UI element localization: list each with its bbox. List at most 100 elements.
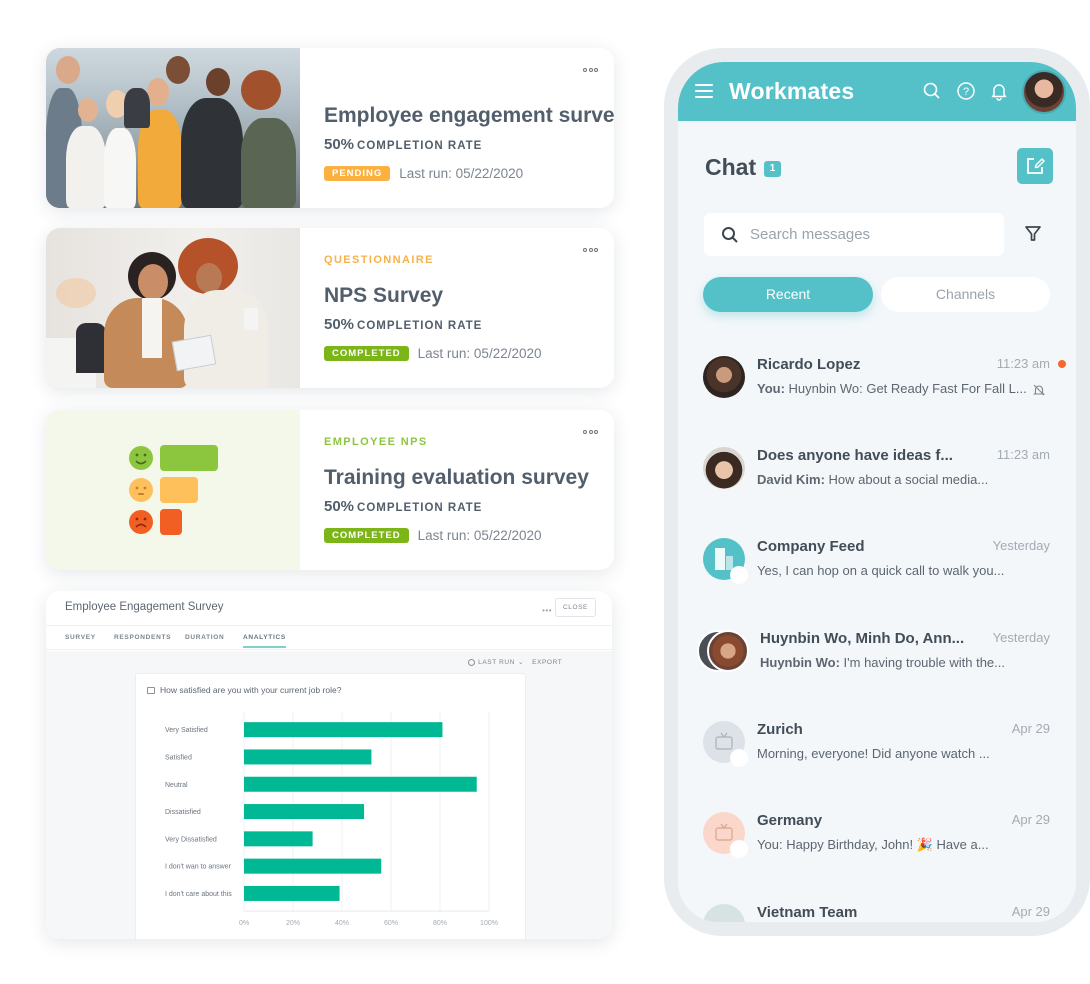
y-category-label: I don't care about this: [165, 891, 232, 898]
more-options-button[interactable]: [582, 64, 598, 72]
chart-card: How satisfied are you with your current …: [135, 673, 526, 939]
conversation-name: Vietnam Team: [757, 904, 858, 921]
y-category-label: Very Dissatisfied: [165, 836, 217, 843]
conversation-preview: You: Huynbin Wo: Get Ready Fast For Fall…: [757, 381, 1027, 396]
bell-icon[interactable]: [989, 81, 1009, 101]
y-category-label: I don't wan to answer: [165, 864, 232, 871]
phone-frame: Workmates ? Chat 1 Search messages Recen…: [664, 48, 1090, 936]
completion-rate: 50% COMPLETION RATE: [324, 136, 483, 153]
conversation-time: 11:23 am: [996, 356, 1050, 371]
conversation-name: Huynbin Wo, Minh Do, Ann...: [760, 630, 965, 647]
filter-icon[interactable]: [1024, 224, 1042, 242]
conversation-item[interactable]: Company Feed Yesterday Yes, I can hop on…: [678, 538, 1076, 608]
last-run-dropdown[interactable]: LAST RUN ⌄: [468, 658, 524, 666]
conversation-preview: You: Happy Birthday, John! 🎉 Have a...: [757, 837, 989, 852]
y-category-label: Neutral: [165, 782, 188, 789]
y-category-label: Very Satisfied: [165, 727, 208, 734]
conversation-time: Apr 29: [1011, 721, 1050, 736]
tab-analytics[interactable]: ANALYTICS: [243, 634, 286, 648]
conversation-item[interactable]: Does anyone have ideas f... 11:23 am Dav…: [678, 447, 1076, 517]
survey-card-training-evaluation[interactable]: EMPLOYEE NPS Training evaluation survey …: [46, 410, 614, 570]
more-options-button[interactable]: •••: [542, 606, 552, 615]
refresh-icon: [468, 658, 476, 666]
conversation-item[interactable]: Ricardo Lopez 11:23 am You: Huynbin Wo: …: [678, 356, 1076, 426]
contact-avatar: [703, 356, 745, 398]
compose-button[interactable]: [1017, 148, 1053, 184]
compose-icon: [1027, 158, 1045, 174]
chat-screen: Workmates ? Chat 1 Search messages Recen…: [678, 62, 1076, 922]
group-avatar-front: [707, 630, 749, 672]
bar: [244, 831, 313, 847]
survey-title: NPS Survey: [324, 284, 444, 307]
contact-avatar: [703, 447, 745, 489]
happy-face-icon: [129, 445, 218, 471]
more-options-button[interactable]: [582, 426, 598, 434]
bar-chart: 0% 20% 40% 60% 80% 100% Very Satisfied Satisfie…: [165, 712, 498, 927]
survey-category: EMPLOYEE NPS: [324, 436, 428, 448]
satisfaction-faces-illustration: [46, 410, 300, 570]
conversation-time: 11:23 am: [996, 447, 1050, 462]
close-button[interactable]: CLOSE: [554, 598, 596, 617]
x-tick-label: 0%: [239, 920, 249, 927]
conversation-item[interactable]: Germany Apr 29 You: Happy Birthday, John…: [678, 812, 1076, 882]
more-options-button[interactable]: [582, 244, 598, 252]
tab-recent[interactable]: Recent: [703, 277, 873, 312]
locked-badge: [730, 840, 748, 858]
conversation-preview: Morning, everyone! Did anyone watch ...: [757, 746, 990, 761]
conversation-name: Company Feed: [757, 538, 865, 555]
conversation-name: Germany: [757, 812, 823, 829]
conversation-name: Ricardo Lopez: [757, 356, 861, 373]
survey-category: QUESTIONNAIRE: [324, 254, 434, 266]
bar: [244, 885, 340, 901]
bar: [244, 804, 365, 820]
conversation-preview: David Kim: How about a social media...: [757, 472, 989, 487]
conversation-item[interactable]: Vietnam Team Apr 29: [678, 904, 1076, 922]
bar: [244, 749, 372, 765]
search-box: [704, 213, 1004, 256]
tab-duration[interactable]: DURATION: [185, 634, 224, 641]
status-badge: COMPLETED: [324, 528, 409, 543]
search-messages-input[interactable]: [750, 213, 990, 256]
app-title: Workmates: [729, 78, 855, 104]
export-button[interactable]: EXPORT: [532, 659, 562, 666]
status-badge: PENDING: [324, 166, 391, 181]
conversation-item[interactable]: Huynbin Wo, Minh Do, Ann... Yesterday Hu…: [678, 630, 1076, 700]
conversation-time: Apr 29: [1011, 812, 1050, 827]
tab-survey[interactable]: SURVEY: [65, 634, 96, 641]
survey-title: Employee engagement survey: [324, 104, 614, 127]
tab-channels[interactable]: Channels: [881, 277, 1050, 312]
chat-title: Chat: [705, 154, 757, 180]
y-category-label: Satisfied: [165, 754, 192, 761]
conversation-time: Yesterday: [992, 630, 1050, 645]
survey-card-nps[interactable]: QUESTIONNAIRE NPS Survey 50% COMPLETION R…: [46, 228, 614, 388]
channel-type-badge: [730, 566, 748, 584]
team-photo: [46, 48, 300, 208]
survey-card-employee-engagement[interactable]: Employee engagement survey 50% COMPLETION…: [46, 48, 614, 208]
sad-face-icon: [129, 509, 182, 535]
analytics-title: Employee Engagement Survey: [65, 601, 224, 613]
conversation-time: Yesterday: [992, 538, 1050, 553]
conversation-time: Apr 29: [1011, 904, 1050, 919]
user-avatar[interactable]: [1022, 70, 1066, 114]
survey-title: Training evaluation survey: [324, 466, 589, 489]
last-run-date: Last run: 05/22/2020: [417, 346, 542, 361]
bar: [244, 776, 477, 792]
x-tick-label: 60%: [384, 920, 398, 927]
completion-rate: 50% COMPLETION RATE: [324, 316, 483, 333]
x-tick-label: 20%: [286, 920, 300, 927]
conversation-item[interactable]: Zurich Apr 29 Morning, everyone! Did any…: [678, 721, 1076, 791]
tab-respondents[interactable]: RESPONDENTS: [114, 634, 171, 641]
help-icon[interactable]: ?: [956, 81, 976, 101]
hamburger-menu-icon[interactable]: [695, 84, 713, 99]
chevron-down-icon: ⌄: [517, 659, 524, 666]
bar: [244, 858, 382, 874]
analytics-tabs: SURVEY RESPONDENTS DURATION ANALYTICS: [46, 626, 612, 650]
x-tick-label: 40%: [335, 920, 349, 927]
unlocked-badge: [730, 749, 748, 767]
conversation-preview: Huynbin Wo: I'm having trouble with the.…: [760, 655, 1005, 670]
search-icon[interactable]: [922, 81, 942, 101]
analytics-panel: Employee Engagement Survey ••• CLOSE SUR…: [46, 591, 612, 939]
app-bar: Workmates ?: [678, 62, 1076, 121]
bar: [244, 722, 443, 738]
x-tick-label: 80%: [433, 920, 447, 927]
